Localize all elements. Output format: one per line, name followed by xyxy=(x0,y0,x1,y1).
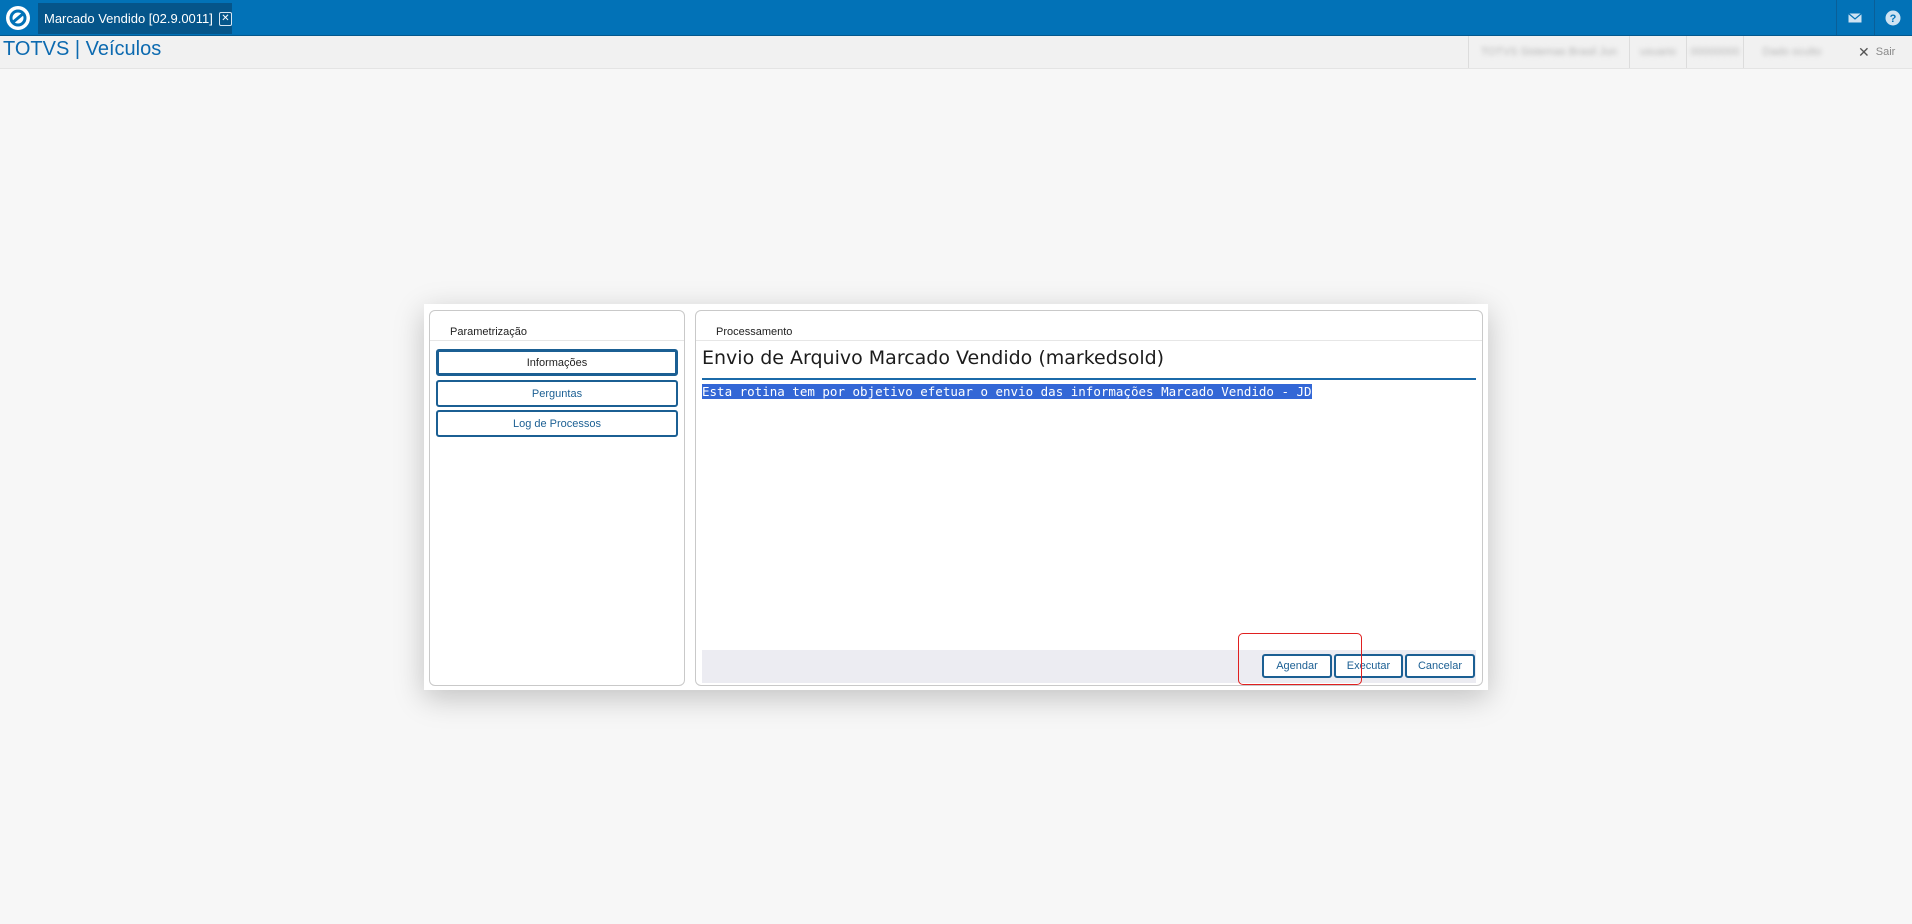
tab-label: Marcado Vendido [02.9.0011] xyxy=(44,11,213,26)
cancelar-button[interactable]: Cancelar xyxy=(1405,654,1475,678)
user-info-user: usuario xyxy=(1629,36,1686,68)
process-dialog: Parametrização Informações Perguntas Log… xyxy=(424,304,1488,690)
processing-title: Processamento xyxy=(716,326,793,338)
totvs-logo-icon[interactable] xyxy=(0,0,35,35)
tab-marcado-vendido[interactable]: Marcado Vendido [02.9.0011] ✕ xyxy=(38,3,232,34)
process-description: Esta rotina tem por objetivo efetuar o e… xyxy=(702,384,1312,399)
processing-panel: Processamento Envio de Arquivo Marcado V… xyxy=(695,310,1483,686)
logout-label: Sair xyxy=(1875,46,1896,58)
selected-text: Esta rotina tem por objetivo efetuar o e… xyxy=(702,384,1312,399)
informacoes-button[interactable]: Informações xyxy=(436,349,678,376)
process-heading: Envio de Arquivo Marcado Vendido (marked… xyxy=(702,347,1165,369)
heading-underline xyxy=(702,378,1476,380)
divider xyxy=(696,340,1482,341)
parametrization-title: Parametrização xyxy=(450,326,528,338)
user-info-company: TOTVS Sistemas Brasil Jun xyxy=(1468,36,1629,68)
divider xyxy=(430,340,684,341)
mail-icon[interactable] xyxy=(1836,0,1873,35)
perguntas-button[interactable]: Perguntas xyxy=(436,380,678,407)
top-bar: Marcado Vendido [02.9.0011] ✕ ? xyxy=(0,0,1912,36)
help-icon[interactable]: ? xyxy=(1874,0,1911,35)
user-info-extra: Dado oculto xyxy=(1743,36,1840,68)
agendar-button[interactable]: Agendar xyxy=(1262,654,1332,678)
executar-button[interactable]: Executar xyxy=(1334,654,1403,678)
parametrization-panel: Parametrização Informações Perguntas Log… xyxy=(429,310,685,686)
svg-text:?: ? xyxy=(1890,13,1897,25)
logout-button[interactable]: ✕ Sair xyxy=(1858,36,1895,68)
close-icon[interactable]: ✕ xyxy=(218,11,232,26)
app-title: TOTVS | Veículos xyxy=(3,38,162,60)
close-icon: ✕ xyxy=(1858,43,1870,60)
user-info-date: 00000000 xyxy=(1686,36,1743,68)
log-de-processos-button[interactable]: Log de Processos xyxy=(436,410,678,437)
